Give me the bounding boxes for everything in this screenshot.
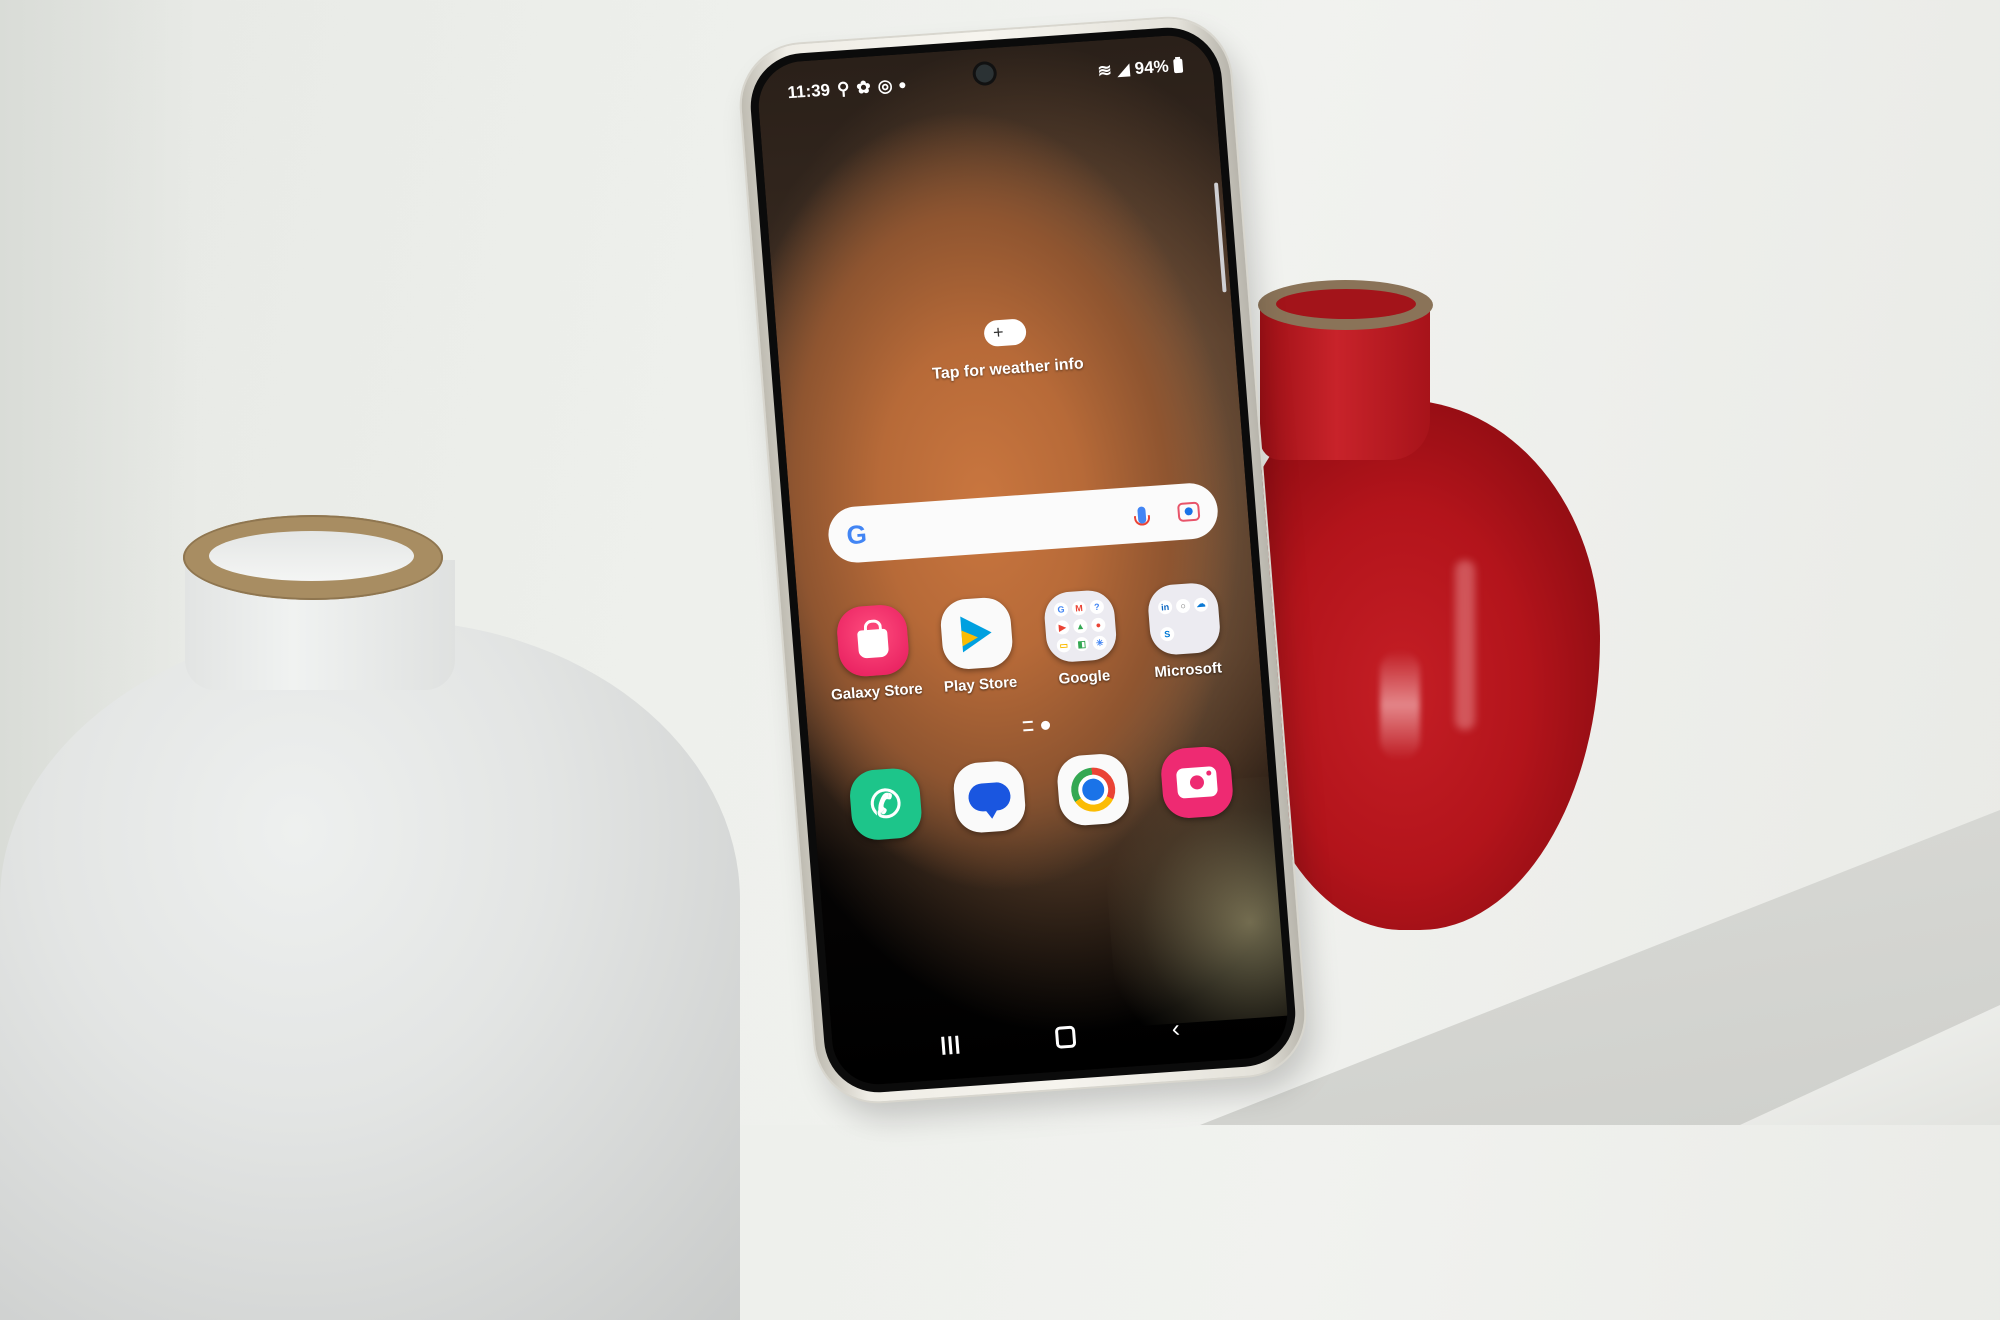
dock-messages[interactable] bbox=[937, 759, 1042, 836]
page-list-icon[interactable] bbox=[1022, 720, 1033, 732]
shopping-bag-icon bbox=[857, 628, 890, 659]
dock-camera[interactable] bbox=[1144, 744, 1249, 821]
folder-item-icon: ● bbox=[1090, 617, 1106, 633]
red-vase-body bbox=[1240, 400, 1600, 930]
battery-icon bbox=[1173, 58, 1184, 74]
app-label: Google bbox=[1057, 667, 1111, 688]
folder-google[interactable]: G M ? ▶ ▲ ● ▭ ◧ ✳ Google bbox=[1028, 588, 1135, 690]
dock-chrome[interactable] bbox=[1041, 751, 1146, 828]
search-input[interactable] bbox=[867, 515, 1138, 534]
google-folder-icon[interactable]: G M ? ▶ ▲ ● ▭ ◧ ✳ bbox=[1042, 588, 1119, 664]
folder-item-icon: M bbox=[1071, 600, 1087, 616]
location-pin-icon: ⚲ bbox=[836, 78, 851, 99]
folder-item-icon: ▭ bbox=[1056, 637, 1072, 653]
dock-phone[interactable]: ✆ bbox=[833, 766, 938, 843]
red-vase bbox=[1240, 280, 1620, 960]
gear-icon: ✿ bbox=[855, 77, 872, 98]
folder-item-icon: S bbox=[1159, 626, 1175, 642]
wifi-icon: ≋ bbox=[1096, 60, 1113, 81]
white-vase-body bbox=[0, 620, 740, 1320]
phone-icon[interactable]: ✆ bbox=[848, 766, 924, 842]
folder-item-icon: ▲ bbox=[1072, 618, 1088, 634]
message-bubble-icon[interactable] bbox=[951, 759, 1028, 835]
white-vase bbox=[0, 515, 760, 1320]
galaxy-store-icon[interactable] bbox=[835, 603, 911, 679]
battery-percent: 94% bbox=[1134, 56, 1170, 78]
camera-icon[interactable] bbox=[1159, 745, 1235, 820]
folder-item-icon: in bbox=[1157, 599, 1173, 615]
folder-item-icon: G bbox=[1053, 602, 1069, 617]
chrome-icon[interactable] bbox=[1055, 752, 1131, 827]
folder-item-icon: ▶ bbox=[1054, 619, 1070, 635]
red-vase-highlight bbox=[1455, 560, 1475, 730]
signal-icon bbox=[1116, 62, 1131, 77]
back-icon[interactable]: ‹ bbox=[1171, 1015, 1181, 1043]
home-icon[interactable] bbox=[1054, 1025, 1076, 1049]
lens-icon[interactable] bbox=[1176, 501, 1201, 522]
mic-icon[interactable] bbox=[1137, 505, 1147, 524]
red-vase-highlight bbox=[1380, 650, 1420, 760]
folder-item-icon: ☁ bbox=[1193, 596, 1209, 612]
play-store-icon[interactable] bbox=[938, 596, 1015, 671]
recents-icon[interactable] bbox=[940, 1035, 960, 1055]
page-dot-current[interactable] bbox=[1040, 720, 1050, 730]
cloud-sun-plus-icon: + bbox=[983, 308, 1028, 348]
folder-item-icon: ○ bbox=[1175, 597, 1191, 613]
folder-item-icon: ◧ bbox=[1074, 636, 1090, 652]
notification-dot-icon bbox=[899, 82, 906, 89]
app-play-store[interactable]: Play Store bbox=[924, 595, 1031, 697]
status-time: 11:39 bbox=[786, 80, 831, 103]
folder-item-icon: ✳ bbox=[1092, 635, 1108, 651]
google-logo-icon: G bbox=[845, 518, 868, 550]
folder-microsoft[interactable]: in ○ ☁ S Microsoft bbox=[1131, 581, 1238, 683]
white-vase-rim bbox=[183, 515, 443, 600]
red-vase-rim bbox=[1258, 280, 1433, 330]
plus-icon: + bbox=[992, 321, 1005, 343]
app-galaxy-store[interactable]: Galaxy Store bbox=[820, 602, 927, 704]
phone-screen[interactable]: 11:39 ⚲ ✿ ◎ ≋ 94% + Tap for weather info bbox=[746, 24, 1300, 1096]
smartphone: 11:39 ⚲ ✿ ◎ ≋ 94% + Tap for weather info bbox=[737, 14, 1309, 1106]
circle-target-icon: ◎ bbox=[876, 75, 894, 96]
folder-item-icon: ? bbox=[1089, 599, 1105, 615]
play-triangle-icon bbox=[960, 614, 993, 653]
microsoft-folder-icon[interactable]: in ○ ☁ S bbox=[1146, 581, 1222, 657]
